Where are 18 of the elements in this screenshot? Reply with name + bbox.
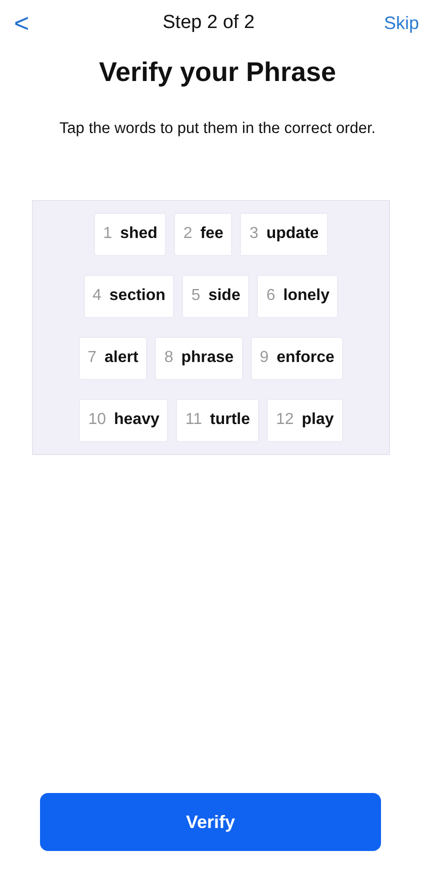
word-chip[interactable]: 3 update — [240, 212, 328, 256]
word-chip[interactable]: 11 turtle — [176, 398, 259, 442]
word-chip[interactable]: 7 alert — [78, 336, 148, 380]
instruction-text: Tap the words to put them in the correct order. — [58, 118, 377, 138]
skip-link[interactable]: Skip — [384, 10, 419, 36]
word-chip[interactable]: 5 side — [182, 274, 250, 318]
word-chip[interactable]: 6 lonely — [257, 274, 338, 318]
word-chip[interactable]: 12 play — [266, 398, 343, 442]
word-chip[interactable]: 4 section — [84, 274, 174, 318]
word-chip[interactable]: 2 fee — [174, 212, 232, 256]
word-chip[interactable]: 9 enforce — [250, 336, 344, 380]
word-chip[interactable]: 8 phrase — [155, 336, 243, 380]
word-chip[interactable]: 1 shed — [94, 212, 166, 256]
page-heading: Verify your Phrase — [98, 56, 338, 89]
back-button[interactable]: < — [10, 10, 34, 36]
step-title: Step 2 of 2 — [162, 10, 255, 35]
word-chip[interactable]: 10 heavy — [79, 398, 168, 442]
verify-button[interactable]: Verify — [40, 793, 381, 851]
